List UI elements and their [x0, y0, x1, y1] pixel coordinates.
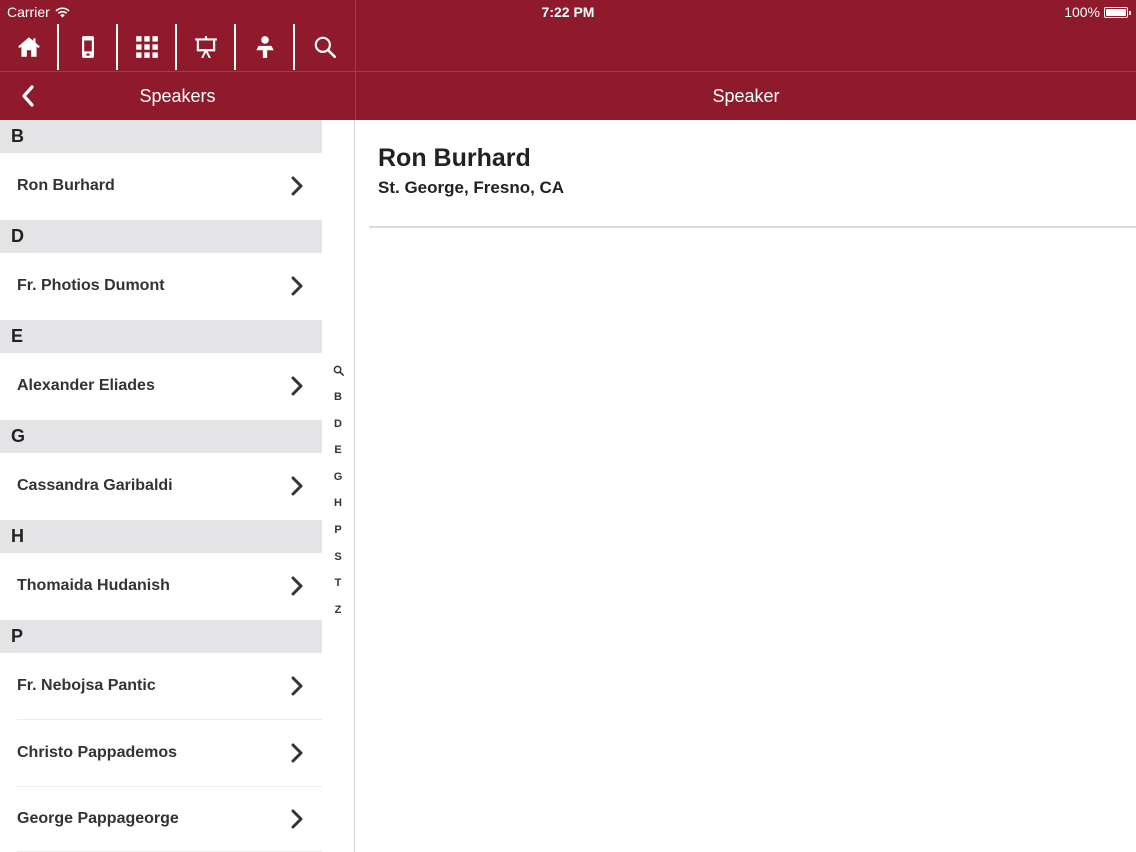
list-item-george-pappageorge[interactable]: George Pappageorge — [0, 786, 322, 852]
chevron-left-icon — [22, 85, 34, 107]
sessions-button[interactable] — [177, 24, 236, 70]
speaker-person-icon — [255, 36, 274, 58]
chevron-right-icon — [291, 676, 303, 696]
chevron-right-icon — [291, 476, 303, 496]
index-letter-b[interactable]: B — [334, 384, 342, 411]
list-item-label: George Pappageorge — [17, 810, 179, 827]
battery-indicator: 100% — [1064, 4, 1131, 20]
list-nav-bar: Speakers — [0, 72, 355, 120]
list-item-label: Ron Burhard — [17, 177, 115, 194]
speakers-button[interactable] — [236, 24, 295, 70]
section-header-p: P — [0, 620, 322, 653]
index-letter-z[interactable]: Z — [335, 597, 342, 624]
index-letter-s[interactable]: S — [334, 544, 341, 571]
search-button[interactable] — [295, 24, 354, 70]
speakers-list: B Ron Burhard D Fr. Photios Dumont E Ale… — [0, 120, 355, 852]
schedule-grid-button[interactable] — [118, 24, 177, 70]
speaker-parish: St. George, Fresno, CA — [378, 178, 565, 197]
index-letter-g[interactable]: G — [334, 464, 343, 491]
list-item-label: Fr. Photios Dumont — [17, 277, 165, 294]
list-nav-title: Speakers — [139, 85, 216, 106]
back-button[interactable] — [14, 82, 42, 110]
list-item-christo-pappademos[interactable]: Christo Pappademos — [0, 720, 322, 786]
home-icon — [17, 37, 40, 57]
index-search-icon[interactable] — [333, 365, 344, 376]
chevron-right-icon — [291, 376, 303, 396]
chevron-right-icon — [291, 743, 303, 763]
list-item-label: Alexander Eliades — [17, 377, 155, 394]
list-item-photios-dumont[interactable]: Fr. Photios Dumont — [0, 253, 322, 319]
presentation-icon — [194, 36, 217, 58]
list-item-alexander-eliades[interactable]: Alexander Eliades — [0, 353, 322, 419]
section-header-h: H — [0, 520, 322, 553]
section-index[interactable]: B D E G H P S T Z — [326, 357, 350, 623]
mobile-button[interactable] — [59, 24, 118, 70]
speaker-detail: Ron Burhard St. George, Fresno, CA — [356, 120, 1136, 852]
chevron-right-icon — [291, 809, 303, 829]
battery-percent: 100% — [1064, 4, 1100, 20]
section-header-d: D — [0, 220, 322, 253]
chevron-right-icon — [291, 176, 303, 196]
top-bar: Carrier 7:22 PM 100% Speakers Speaker — [0, 0, 1136, 120]
home-button[interactable] — [0, 24, 59, 70]
list-item-label: Thomaida Hudanish — [17, 577, 170, 594]
search-icon — [314, 36, 336, 59]
app-root: Carrier 7:22 PM 100% Speakers Speaker B … — [0, 0, 1136, 852]
index-letter-p[interactable]: P — [334, 517, 341, 544]
list-item-label: Cassandra Garibaldi — [17, 477, 173, 494]
list-item-thomaida-hudanish[interactable]: Thomaida Hudanish — [0, 553, 322, 619]
index-letter-t[interactable]: T — [335, 570, 342, 597]
index-letter-h[interactable]: H — [334, 490, 342, 517]
grid-icon — [135, 36, 158, 58]
mobile-device-icon — [81, 36, 94, 58]
battery-icon — [1104, 6, 1131, 18]
list-item-label: Christo Pappademos — [17, 744, 178, 761]
section-header-g: G — [0, 420, 322, 453]
list-item-label: Fr. Nebojsa Pantic — [17, 677, 156, 694]
section-header-b: B — [0, 120, 322, 153]
detail-nav-bar: Speaker — [356, 72, 1136, 120]
index-letter-e[interactable]: E — [334, 437, 341, 464]
section-header-e: E — [0, 320, 322, 353]
chevron-right-icon — [291, 576, 303, 596]
list-item-cassandra-garibaldi[interactable]: Cassandra Garibaldi — [0, 453, 322, 519]
list-item-ron-burhard[interactable]: Ron Burhard — [0, 153, 322, 219]
speaker-name: Ron Burhard — [378, 144, 531, 172]
status-bar: Carrier 7:22 PM 100% — [0, 0, 1136, 22]
index-letter-d[interactable]: D — [334, 411, 342, 438]
list-item-nebojsa-pantic[interactable]: Fr. Nebojsa Pantic — [0, 653, 322, 719]
main-toolbar — [0, 24, 355, 70]
chevron-right-icon — [291, 276, 303, 296]
detail-divider — [369, 226, 1136, 228]
detail-nav-title: Speaker — [712, 85, 780, 106]
clock: 7:22 PM — [541, 4, 595, 20]
